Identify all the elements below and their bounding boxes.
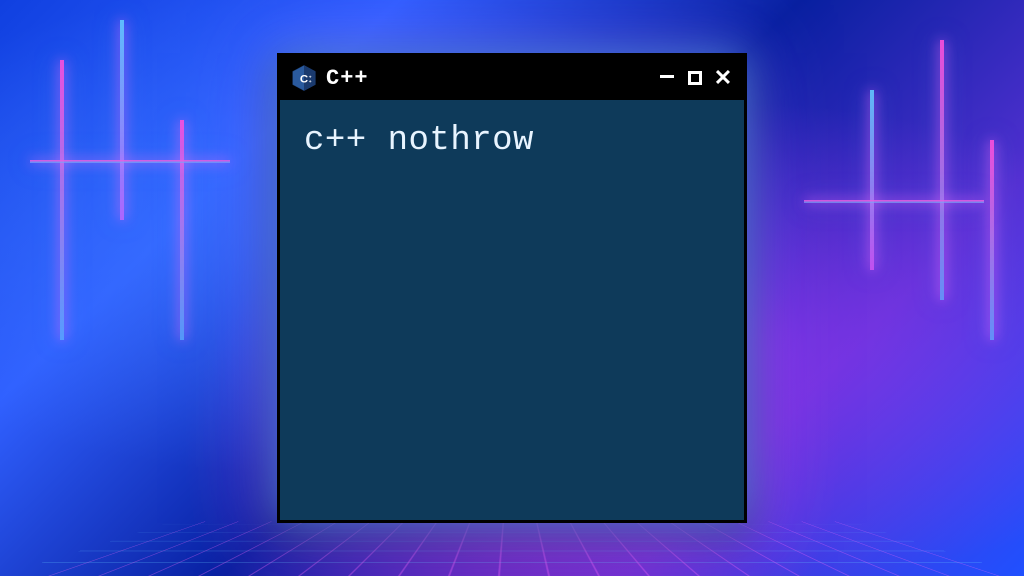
neon-line [940, 40, 944, 300]
minimize-button[interactable] [656, 67, 678, 89]
svg-text:+: + [309, 80, 312, 85]
cpp-logo-icon: C + + [290, 64, 318, 92]
neon-line [180, 120, 184, 340]
terminal-window: C + + C++ ✕ c++ nothrow [277, 53, 747, 523]
maximize-button[interactable] [684, 67, 706, 89]
close-button[interactable]: ✕ [712, 67, 734, 89]
svg-text:C: C [300, 73, 308, 85]
neon-line [120, 20, 124, 220]
neon-line [804, 200, 984, 203]
window-title: C++ [326, 66, 648, 91]
neon-line [990, 140, 994, 340]
neon-line [870, 90, 874, 270]
grid-floor [0, 521, 1024, 576]
terminal-content[interactable]: c++ nothrow [280, 100, 744, 182]
neon-line [30, 160, 230, 163]
titlebar[interactable]: C + + C++ ✕ [280, 56, 744, 100]
neon-line [60, 60, 64, 340]
window-controls: ✕ [656, 67, 734, 89]
content-text: c++ nothrow [304, 122, 534, 160]
